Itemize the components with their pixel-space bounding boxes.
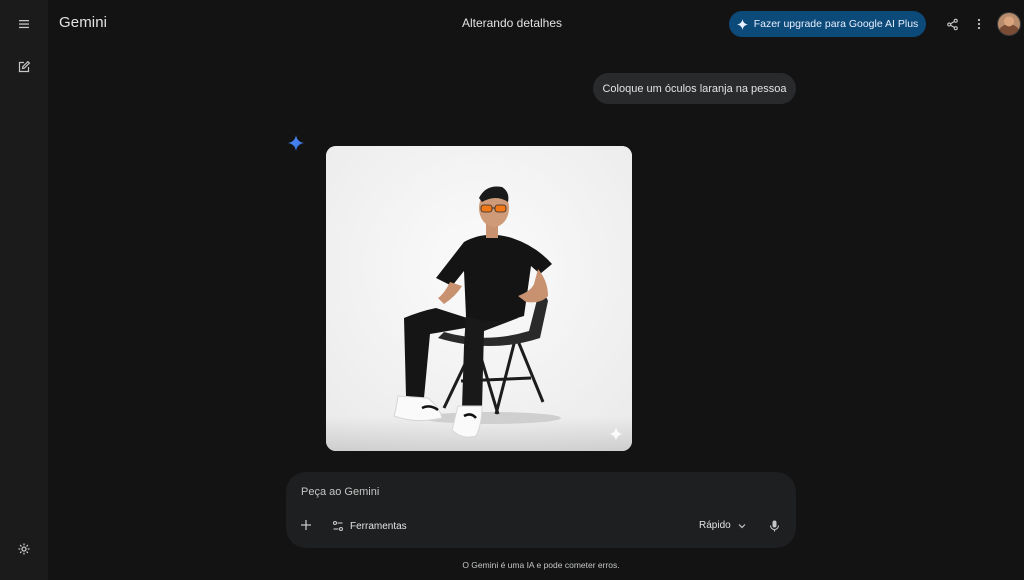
- share-icon: [946, 18, 958, 30]
- tools-button[interactable]: Ferramentas: [332, 520, 407, 532]
- generated-image[interactable]: [326, 146, 632, 451]
- prompt-input[interactable]: Peça ao Gemini: [301, 486, 379, 498]
- share-button[interactable]: [940, 12, 964, 36]
- tools-label: Ferramentas: [350, 520, 407, 532]
- menu-button[interactable]: [12, 12, 36, 36]
- add-attachment-button[interactable]: [300, 519, 312, 531]
- gemini-spark-icon: [288, 135, 304, 151]
- chat-title[interactable]: Alterando detalhes: [462, 16, 562, 30]
- gemini-app: Gemini Alterando detalhes Fazer upgrade …: [0, 0, 1024, 580]
- generated-image-illustration: [326, 146, 632, 451]
- sparkle-icon: [736, 18, 748, 30]
- user-message: Coloque um óculos laranja na pessoa: [593, 73, 796, 104]
- chevron-down-icon: [738, 523, 746, 528]
- menu-icon: [19, 20, 29, 29]
- avatar[interactable]: [998, 13, 1020, 35]
- composer: Peça ao Gemini Ferramentas Rápido: [286, 472, 796, 548]
- microphone-button[interactable]: [769, 520, 780, 532]
- brand-title[interactable]: Gemini: [59, 14, 107, 31]
- mode-selector[interactable]: Rápido: [699, 520, 747, 531]
- mode-label: Rápido: [699, 520, 731, 531]
- user-message-text: Coloque um óculos laranja na pessoa: [602, 82, 787, 95]
- new-chat-icon: [18, 60, 31, 73]
- more-options-button[interactable]: [967, 12, 991, 36]
- settings-button[interactable]: [12, 537, 36, 561]
- mic-icon: [769, 520, 780, 532]
- more-vert-icon: [977, 18, 981, 30]
- disclaimer: O Gemini é uma IA e pode cometer erros.: [462, 560, 620, 570]
- settings-icon: [18, 543, 30, 555]
- sidebar: [0, 0, 48, 580]
- tools-icon: [332, 520, 344, 532]
- new-chat-button[interactable]: [12, 55, 36, 79]
- plus-icon: [301, 520, 311, 530]
- upgrade-button[interactable]: Fazer upgrade para Google AI Plus: [729, 11, 926, 37]
- upgrade-label: Fazer upgrade para Google AI Plus: [753, 18, 919, 30]
